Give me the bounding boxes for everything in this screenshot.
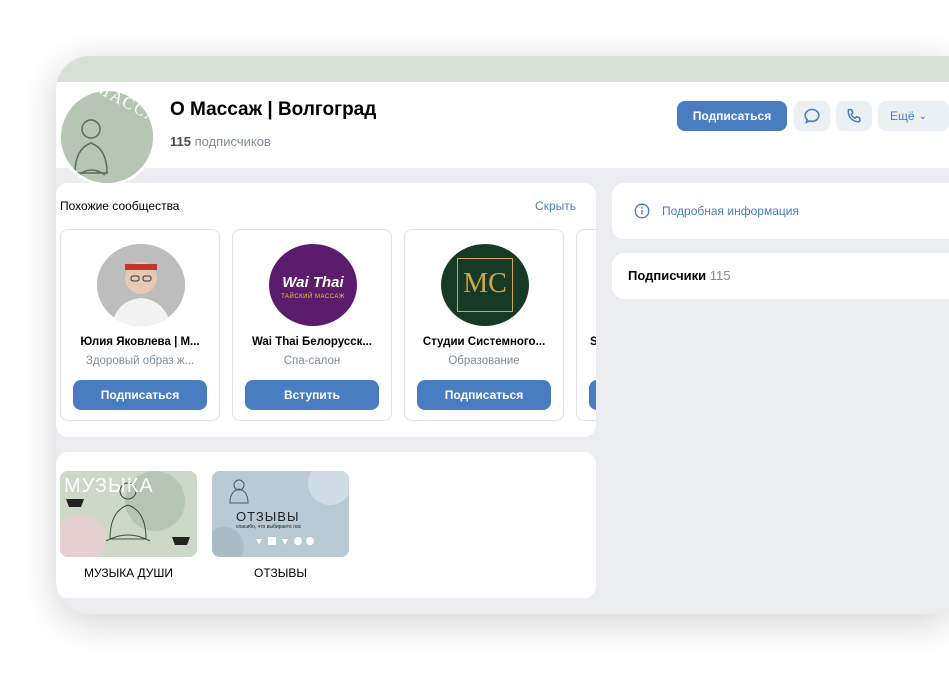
community-card[interactable]: MC Студии Системного... Образование Подп… <box>404 229 564 421</box>
hide-link[interactable]: Скрыть <box>535 199 576 213</box>
album-thumb-text: ОТЗЫВЫ <box>236 509 300 524</box>
subscribers-title: Подписчики 115 <box>628 268 731 283</box>
album-thumbnail: МУЗЫКА <box>60 471 197 557</box>
community-category: Образование <box>448 355 520 367</box>
message-icon <box>804 108 820 124</box>
community-subscribe-button[interactable]: Подписаться <box>417 380 551 410</box>
community-avatar <box>97 244 185 326</box>
community-card-partial[interactable]: S <box>576 229 596 421</box>
more-label: Ещё <box>890 109 915 123</box>
group-name: О Массаж | Волгоград <box>170 99 377 120</box>
subscribers-count[interactable]: 115 подписчиков <box>170 134 271 149</box>
community-name: Студии Системного... <box>422 336 546 348</box>
info-card[interactable]: Подробная информация <box>612 183 949 239</box>
community-category: Спа-салон <box>283 355 341 367</box>
page-frame: МАССАЖ О Массаж | Волгоград 115 подписчи… <box>56 56 949 614</box>
message-button[interactable] <box>794 101 830 131</box>
chevron-down-icon: ⌄ <box>918 110 927 122</box>
community-card[interactable]: Wai Thai ТАЙСКИЙ МАССАЖ Wai Thai Белорус… <box>232 229 392 421</box>
album-item[interactable]: ОТЗЫВЫ спасибо, что выбираете нас ОТЗЫВЫ <box>212 471 349 580</box>
info-row[interactable]: Подробная информация <box>634 203 799 219</box>
community-category: Здоровый образ ж... <box>85 355 195 367</box>
subscribers-label: подписчиков <box>194 134 271 149</box>
subscribe-button[interactable]: Подписаться <box>677 101 787 131</box>
community-avatar: MC <box>441 244 529 326</box>
subscribers-title-label: Подписчики <box>628 268 707 283</box>
album-thumbnail: ОТЗЫВЫ спасибо, что выбираете нас <box>212 471 349 557</box>
similar-communities-card: Похожие сообщества Скрыть Юлия Яковлева … <box>56 183 596 437</box>
album-thumb-subtext: спасибо, что выбираете нас <box>236 524 302 530</box>
info-label: Подробная информация <box>662 204 799 218</box>
community-subscribe-button[interactable]: Подписаться <box>73 380 207 410</box>
album-thumb-text: МУЗЫКА <box>64 475 154 497</box>
community-card[interactable]: Юлия Яковлева | М... Здоровый образ ж...… <box>60 229 220 421</box>
group-header: МАССАЖ О Массаж | Волгоград 115 подписчи… <box>56 82 949 186</box>
album-caption: ОТЗЫВЫ <box>253 566 308 580</box>
more-button[interactable]: Ещё ⌄ <box>878 101 949 131</box>
community-name: Юлия Яковлева | М... <box>80 336 200 348</box>
albums-card: МУЗЫКА МУЗЫКА ДУШИ ОТЗЫВЫ спасибо, что в… <box>56 452 596 598</box>
phone-icon <box>847 108 861 123</box>
similar-title: Похожие сообщества <box>60 199 180 213</box>
community-avatar: Wai Thai ТАЙСКИЙ МАССАЖ <box>269 244 357 326</box>
cover-image <box>56 56 949 82</box>
community-join-button[interactable]: Вступить <box>245 380 379 410</box>
info-icon <box>634 203 650 219</box>
album-item[interactable]: МУЗЫКА МУЗЫКА ДУШИ <box>60 471 197 580</box>
community-name: S <box>590 336 596 348</box>
logo-main: Wai Thai <box>282 274 344 291</box>
subscribers-number: 115 <box>170 134 191 149</box>
subscribers-card[interactable]: Подписчики 115 <box>612 253 949 299</box>
subscribers-title-count: 115 <box>709 268 731 283</box>
group-avatar[interactable]: МАССАЖ <box>58 88 156 186</box>
community-subscribe-button-partial[interactable] <box>589 380 596 410</box>
album-caption: МУЗЫКА ДУШИ <box>83 566 174 580</box>
community-name: Wai Thai Белорусск... <box>251 336 372 348</box>
logo-sub: ТАЙСКИЙ МАССАЖ <box>281 294 345 300</box>
logo-main: MC <box>463 268 507 299</box>
call-button[interactable] <box>836 101 872 131</box>
